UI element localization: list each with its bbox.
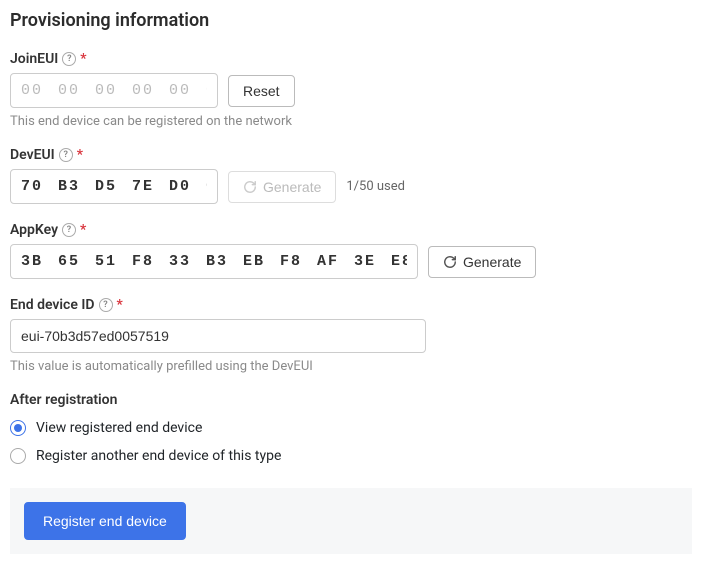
help-icon[interactable]: ? [99,298,113,312]
radio-icon [10,420,26,436]
device-id-hint: This value is automatically prefilled us… [10,359,692,374]
generate-label: Generate [463,254,521,270]
required-marker: * [117,297,123,313]
joineui-field: JoinEUI ? * Reset This end device can be… [10,51,692,129]
after-registration-field: After registration View registered end d… [10,392,692,470]
reset-button[interactable]: Reset [228,75,295,107]
deveui-generate-button: Generate [228,171,336,203]
radio-icon [10,448,26,464]
deveui-field: DevEUI ? * Generate 1/50 used [10,147,692,204]
deveui-used-hint: 1/50 used [346,179,405,194]
device-id-input[interactable] [10,319,426,353]
appkey-label-text: AppKey [10,222,58,238]
footer-bar: Register end device [10,488,692,554]
refresh-icon [443,255,457,269]
deveui-label-text: DevEUI [10,147,55,163]
device-id-label: End device ID ? * [10,297,692,313]
appkey-input[interactable] [10,244,418,279]
joineui-hint: This end device can be registered on the… [10,114,692,129]
device-id-field: End device ID ? * This value is automati… [10,297,692,374]
required-marker: * [80,51,86,67]
joineui-label-text: JoinEUI [10,51,58,67]
required-marker: * [80,222,86,238]
appkey-field: AppKey ? * Generate [10,222,692,279]
generate-label: Generate [263,179,321,195]
radio-label: Register another end device of this type [36,448,281,464]
deveui-label: DevEUI ? * [10,147,692,163]
after-registration-label: After registration [10,392,692,408]
device-id-label-text: End device ID [10,297,95,313]
radio-register-another[interactable]: Register another end device of this type [10,442,692,470]
appkey-label: AppKey ? * [10,222,692,238]
required-marker: * [77,147,83,163]
register-end-device-button[interactable]: Register end device [24,502,186,540]
radio-label: View registered end device [36,420,202,436]
after-registration-label-text: After registration [10,392,117,408]
joineui-label: JoinEUI ? * [10,51,692,67]
refresh-icon [243,180,257,194]
section-title: Provisioning information [10,10,692,31]
help-icon[interactable]: ? [62,52,76,66]
appkey-generate-button[interactable]: Generate [428,246,536,278]
help-icon[interactable]: ? [59,148,73,162]
radio-view-registered[interactable]: View registered end device [10,414,692,442]
help-icon[interactable]: ? [62,223,76,237]
joineui-input[interactable] [10,73,218,108]
deveui-input[interactable] [10,169,218,204]
